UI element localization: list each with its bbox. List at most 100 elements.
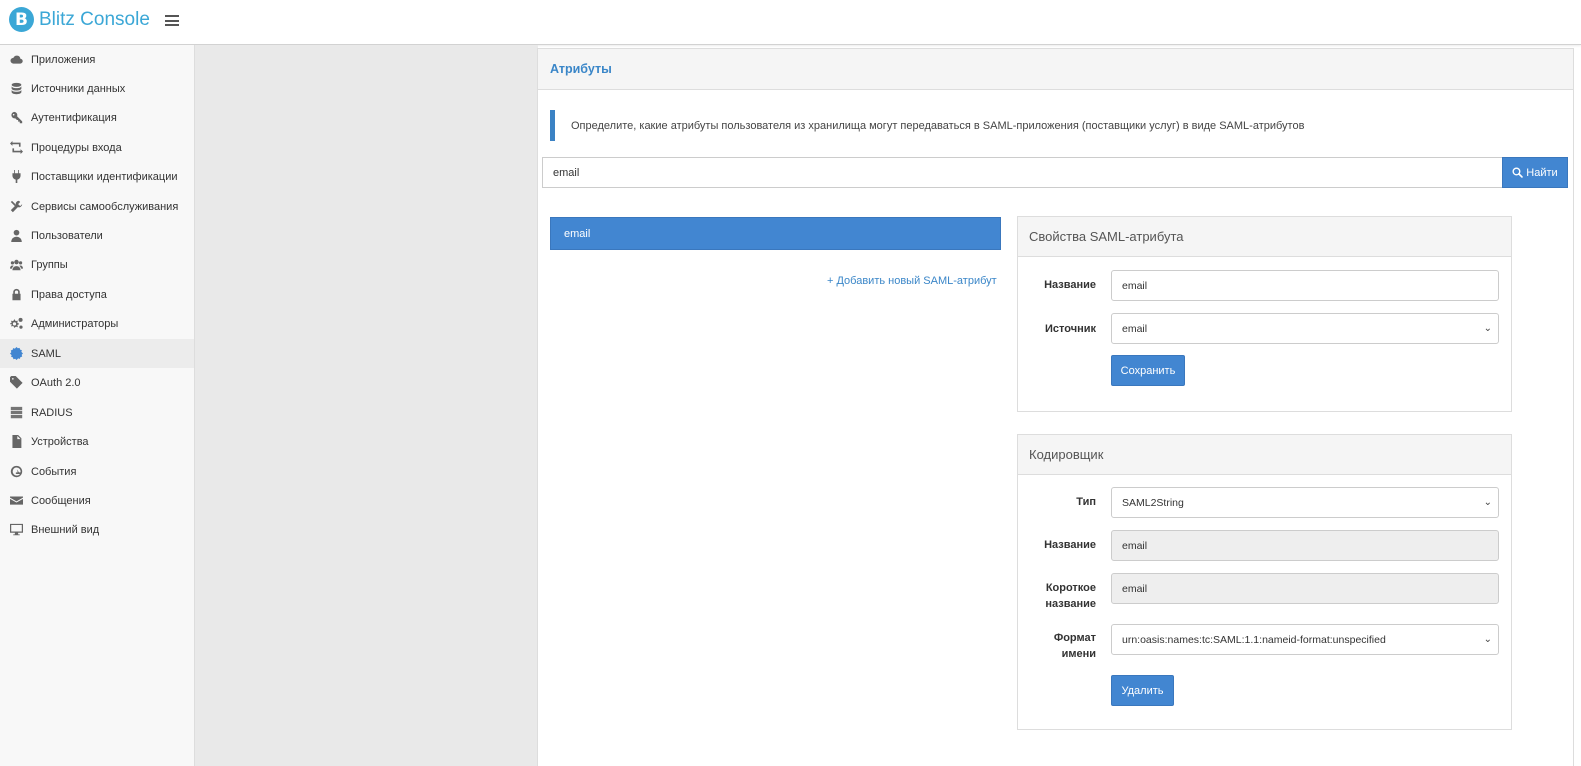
encoder-name-field[interactable]: email (1111, 530, 1499, 561)
sidebar-item-groups[interactable]: Группы (0, 250, 194, 279)
card-title: Свойства SAML-атрибута (1018, 217, 1511, 257)
short-name-label-line1: Короткое (1045, 582, 1096, 594)
name-format-label-line1: Формат (1053, 632, 1096, 644)
dashboard-icon (10, 465, 23, 478)
logo-icon: B (9, 7, 34, 32)
encoder-name-value: email (1122, 539, 1148, 552)
attribute-properties-card: Свойства SAML-атрибута Название email Ис… (1017, 216, 1512, 412)
sidebar-item-label: Группы (31, 258, 68, 271)
search-button-label: Найти (1526, 166, 1558, 179)
add-attribute-link[interactable]: + Добавить новый SAML-атрибут (827, 275, 997, 287)
attributes-panel: Атрибуты Определите, какие атрибуты поль… (537, 48, 1574, 766)
name-format-label: Формат имени (1054, 630, 1096, 662)
envelope-icon (10, 494, 23, 507)
menu-toggle-icon[interactable] (165, 15, 179, 26)
lock-icon (10, 288, 23, 301)
card-title: Кодировщик (1018, 435, 1511, 475)
search-bar: Найти (542, 157, 1568, 188)
sidebar-item-label: События (31, 465, 77, 478)
sidebar-item-authentication[interactable]: Аутентификация (0, 103, 194, 132)
sidebar: Приложения Источники данных Аутентификац… (0, 45, 195, 766)
app-logo[interactable]: B Blitz Console (9, 7, 150, 32)
search-icon (1512, 167, 1524, 178)
encoder-card: Кодировщик Тип SAML2String ⌄ Название em… (1017, 434, 1512, 730)
encoder-type-value: SAML2String (1122, 496, 1184, 509)
sidebar-item-label: Пользователи (31, 229, 103, 242)
sidebar-item-label: Внешний вид (31, 523, 100, 536)
short-name-field[interactable]: email (1111, 573, 1499, 604)
save-button[interactable]: Сохранить (1111, 355, 1185, 386)
sidebar-item-administrators[interactable]: Администраторы (0, 309, 194, 338)
certificate-icon (10, 347, 23, 360)
sidebar-item-messages[interactable]: Сообщения (0, 486, 194, 515)
page-title: Атрибуты (550, 62, 612, 76)
users-icon (10, 258, 23, 271)
short-name-value: email (1122, 582, 1148, 595)
sidebar-item-label: Права доступа (31, 288, 107, 301)
top-bar: B Blitz Console (0, 0, 1581, 45)
retweet-icon (10, 141, 23, 154)
sidebar-item-identity-providers[interactable]: Поставщики идентификации (0, 162, 194, 191)
sidebar-item-label: OAuth 2.0 (31, 376, 81, 389)
encoder-type-select[interactable]: SAML2String ⌄ (1111, 487, 1499, 518)
panel-header: Атрибуты (538, 49, 1573, 90)
tag-icon (10, 376, 23, 389)
search-input[interactable] (542, 157, 1503, 188)
sidebar-item-devices[interactable]: Устройства (0, 427, 194, 456)
short-name-label: Короткое название (1045, 580, 1096, 612)
app-title: Blitz Console (39, 8, 150, 30)
sidebar-item-self-service[interactable]: Сервисы самообслуживания (0, 192, 194, 221)
sidebar-item-access-rights[interactable]: Права доступа (0, 280, 194, 309)
sidebar-item-label: RADIUS (31, 406, 73, 419)
source-select[interactable]: email ⌄ (1111, 313, 1499, 344)
sidebar-item-label: Сообщения (31, 494, 91, 507)
name-format-select[interactable]: urn:oasis:names:tc:SAML:1.1:nameid-forma… (1111, 624, 1499, 655)
sidebar-item-saml[interactable]: SAML (0, 339, 194, 368)
source-select-value: email (1122, 322, 1148, 335)
sidebar-item-users[interactable]: Пользователи (0, 221, 194, 250)
content-background (195, 45, 538, 766)
plug-icon (10, 170, 23, 183)
sidebar-item-label: SAML (31, 347, 61, 360)
sidebar-item-label: Источники данных (31, 82, 126, 95)
sidebar-item-label: Поставщики идентификации (31, 170, 178, 183)
sidebar-item-radius[interactable]: RADIUS (0, 398, 194, 427)
info-callout: Определите, какие атрибуты пользователя … (550, 110, 1340, 141)
name-format-label-line2: имени (1061, 648, 1096, 660)
cogs-icon (10, 317, 23, 330)
delete-button[interactable]: Удалить (1111, 675, 1174, 706)
encoder-name-label: Название (1044, 539, 1096, 551)
attribute-list-item-label: email (564, 227, 591, 240)
sidebar-item-label: Процедуры входа (31, 141, 122, 154)
sidebar-item-events[interactable]: События (0, 457, 194, 486)
info-text: Определите, какие атрибуты пользователя … (571, 119, 1305, 132)
type-label: Тип (1076, 496, 1096, 508)
sidebar-item-data-sources[interactable]: Источники данных (0, 74, 194, 103)
wrench-icon (10, 200, 23, 213)
sidebar-item-applications[interactable]: Приложения (0, 45, 194, 74)
search-button[interactable]: Найти (1502, 157, 1568, 188)
name-field-value: email (1122, 279, 1148, 292)
name-field[interactable]: email (1111, 270, 1499, 301)
desktop-icon (10, 523, 23, 536)
sidebar-item-label: Устройства (31, 435, 89, 448)
sidebar-item-label: Приложения (31, 53, 96, 66)
server-icon (10, 406, 23, 419)
user-icon (10, 229, 23, 242)
database-icon (10, 82, 23, 95)
key-icon (10, 111, 23, 124)
chevron-down-icon: ⌄ (1483, 497, 1492, 508)
source-label: Источник (1044, 323, 1096, 335)
sidebar-item-oauth[interactable]: OAuth 2.0 (0, 368, 194, 397)
name-format-value: urn:oasis:names:tc:SAML:1.1:nameid-forma… (1122, 633, 1386, 646)
device-icon (10, 435, 23, 448)
cloud-icon (10, 53, 23, 66)
name-label: Название (1044, 279, 1096, 291)
sidebar-item-label: Сервисы самообслуживания (31, 200, 179, 213)
attribute-list-item[interactable]: email (550, 217, 1001, 250)
sidebar-item-appearance[interactable]: Внешний вид (0, 515, 194, 544)
sidebar-item-label: Администраторы (31, 317, 119, 330)
sidebar-item-label: Аутентификация (31, 111, 117, 124)
sidebar-item-login-procedures[interactable]: Процедуры входа (0, 133, 194, 162)
chevron-down-icon: ⌄ (1483, 323, 1492, 334)
